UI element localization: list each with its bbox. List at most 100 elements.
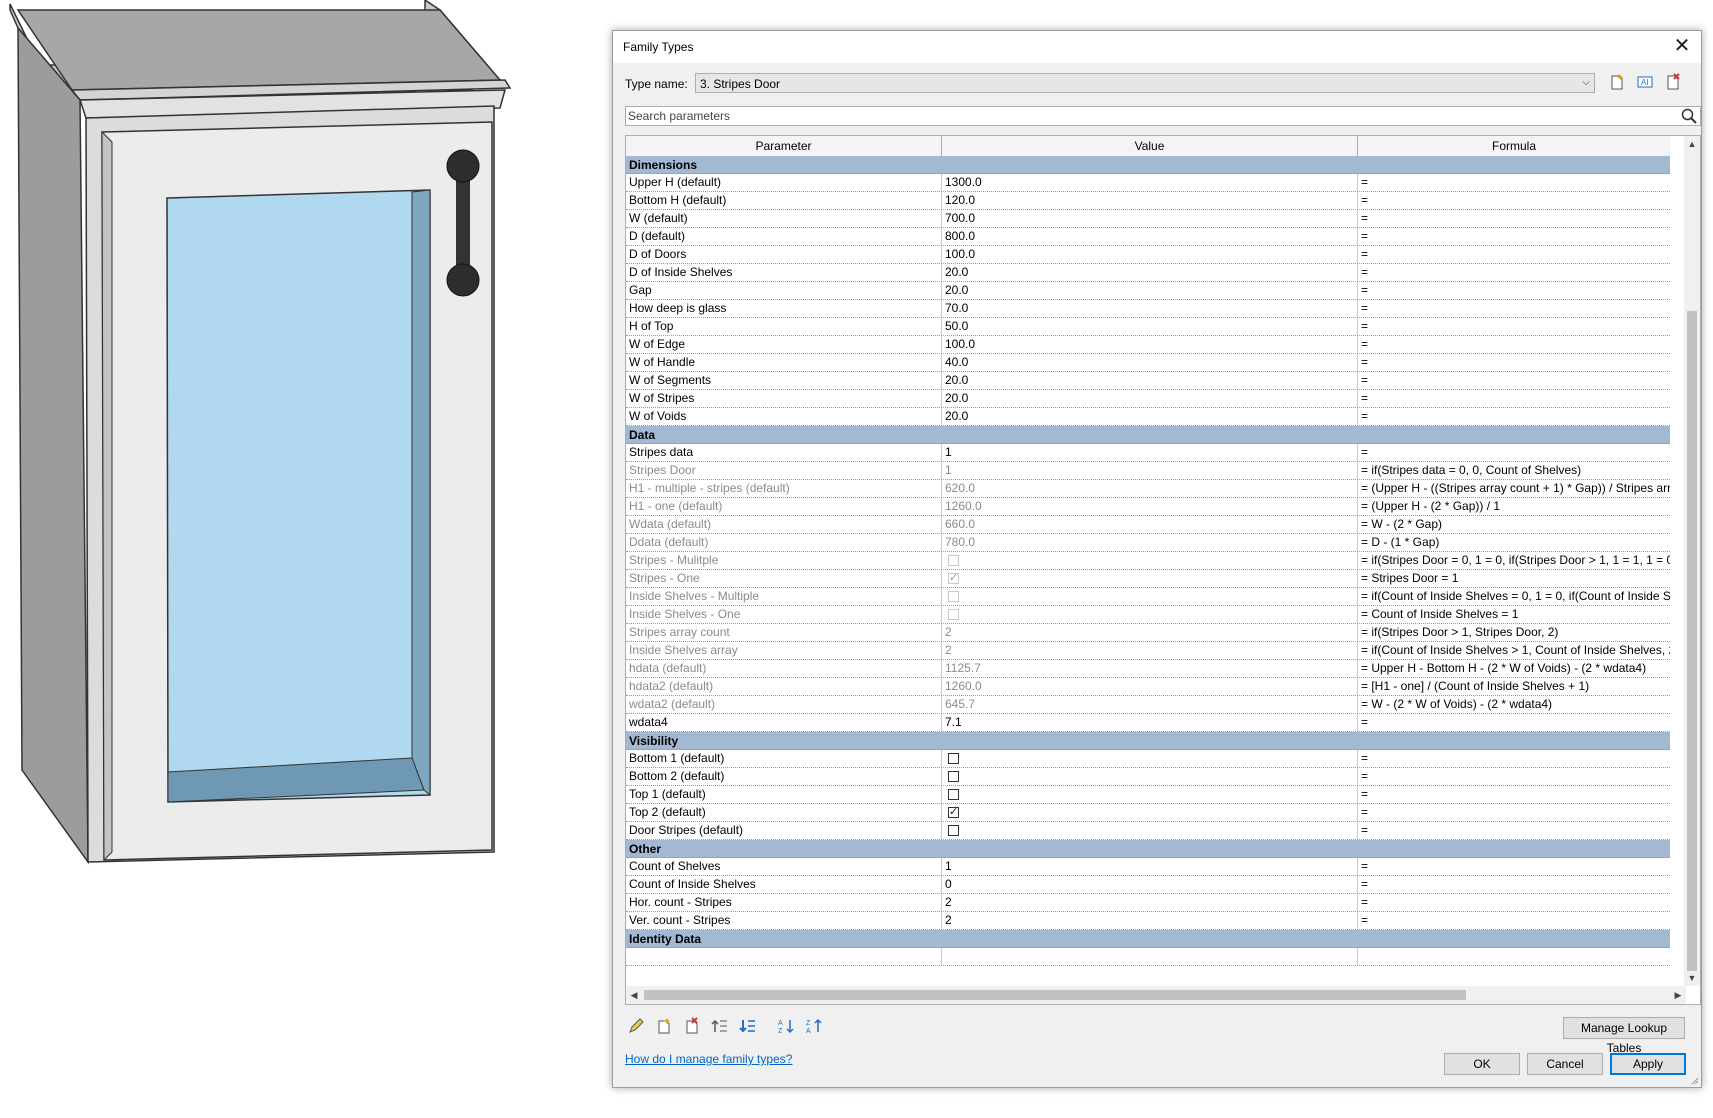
value-field[interactable]: 1 bbox=[942, 444, 1358, 461]
value-field[interactable]: 20.0 bbox=[942, 408, 1358, 425]
formula-field[interactable]: = Count of Inside Shelves = 1 bbox=[1358, 606, 1670, 623]
table-row[interactable]: H1 - one (default) 1260.0 = (Upper H - (2 … bbox=[626, 498, 1670, 516]
formula-field[interactable]: = if(Count of Inside Shelves = 0, 1 = 0,… bbox=[1358, 588, 1670, 605]
formula-field[interactable]: = bbox=[1358, 210, 1670, 227]
table-row[interactable]: W of Segments 20.0 = bbox=[626, 372, 1670, 390]
formula-field[interactable]: = bbox=[1358, 408, 1670, 425]
group-header[interactable]: Dimensions bbox=[626, 156, 1670, 174]
table-row[interactable]: D of Inside Shelves 20.0 = bbox=[626, 264, 1670, 282]
scroll-down-icon[interactable]: ▼ bbox=[1684, 970, 1700, 986]
table-row[interactable]: Ver. count - Stripes 2 = bbox=[626, 912, 1670, 930]
table-row[interactable]: Stripes Door 1 = if(Stripes data = 0, 0, C… bbox=[626, 462, 1670, 480]
formula-field[interactable]: = bbox=[1358, 300, 1670, 317]
scroll-up-icon[interactable]: ▲ bbox=[1684, 136, 1700, 152]
table-row[interactable]: Bottom H (default) 120.0 = bbox=[626, 192, 1670, 210]
formula-field[interactable]: = bbox=[1358, 318, 1670, 335]
formula-field[interactable] bbox=[1358, 948, 1670, 965]
delete-parameter-icon[interactable] bbox=[681, 1017, 703, 1039]
value-checkbox[interactable] bbox=[948, 771, 959, 782]
value-field[interactable]: 0 bbox=[942, 876, 1358, 893]
value-field[interactable]: 20.0 bbox=[942, 390, 1358, 407]
column-header-parameter[interactable]: Parameter bbox=[626, 136, 942, 156]
formula-field[interactable]: = bbox=[1358, 192, 1670, 209]
formula-field[interactable]: = bbox=[1358, 390, 1670, 407]
value-field[interactable]: 50.0 bbox=[942, 318, 1358, 335]
formula-field[interactable]: = W - (2 * W of Voids) - (2 * wdata4) bbox=[1358, 696, 1670, 713]
rename-type-icon[interactable]: AI bbox=[1635, 73, 1655, 93]
value-field[interactable]: 120.0 bbox=[942, 192, 1358, 209]
horizontal-scrollbar[interactable]: ◀ ▶ bbox=[626, 986, 1686, 1004]
formula-field[interactable]: = bbox=[1358, 264, 1670, 281]
sort-descending-icon[interactable]: ZA bbox=[803, 1017, 825, 1039]
formula-field[interactable]: = W - (2 * Gap) bbox=[1358, 516, 1670, 533]
column-header-value[interactable]: Value bbox=[942, 136, 1358, 156]
table-row[interactable]: Gap 20.0 = bbox=[626, 282, 1670, 300]
formula-field[interactable]: = bbox=[1358, 912, 1670, 929]
vertical-scroll-thumb[interactable] bbox=[1687, 311, 1697, 971]
formula-field[interactable]: = bbox=[1358, 444, 1670, 461]
table-row[interactable]: Bottom 1 (default) = bbox=[626, 750, 1670, 768]
new-type-icon[interactable] bbox=[1607, 73, 1627, 93]
table-row[interactable]: Count of Inside Shelves 0 = bbox=[626, 876, 1670, 894]
value-checkbox[interactable] bbox=[948, 753, 959, 764]
manage-lookup-tables-button[interactable]: Manage Lookup Tables bbox=[1563, 1017, 1685, 1055]
group-header[interactable]: Identity Data bbox=[626, 930, 1670, 948]
value-field[interactable]: 2 bbox=[942, 912, 1358, 929]
table-row[interactable]: Hor. count - Stripes 2 = bbox=[626, 894, 1670, 912]
search-box[interactable] bbox=[625, 106, 1701, 126]
value-field[interactable]: 800.0 bbox=[942, 228, 1358, 245]
vertical-scrollbar[interactable]: ▲ ▼ bbox=[1684, 136, 1700, 986]
table-row[interactable]: Stripes array count 2 = if(Stripes Door > … bbox=[626, 624, 1670, 642]
formula-field[interactable]: = bbox=[1358, 372, 1670, 389]
table-row[interactable]: Inside Shelves - One = Count of Inside Sh… bbox=[626, 606, 1670, 624]
table-row[interactable]: H of Top 50.0 = bbox=[626, 318, 1670, 336]
formula-field[interactable]: = if(Stripes Door > 1, Stripes Door, 2) bbox=[1358, 624, 1670, 641]
table-row[interactable]: Inside Shelves array 2 = if(Count of Insid… bbox=[626, 642, 1670, 660]
formula-field[interactable]: = bbox=[1358, 336, 1670, 353]
scroll-left-icon[interactable]: ◀ bbox=[626, 987, 642, 1003]
column-header-formula[interactable]: Formula bbox=[1358, 136, 1670, 156]
table-row[interactable] bbox=[626, 948, 1670, 966]
table-row[interactable]: Stripes data 1 = bbox=[626, 444, 1670, 462]
value-checkbox[interactable] bbox=[948, 804, 959, 821]
value-field[interactable]: 70.0 bbox=[942, 300, 1358, 317]
formula-field[interactable]: = [H1 - one] / (Count of Inside Shelves … bbox=[1358, 678, 1670, 695]
value-checkbox[interactable] bbox=[948, 789, 959, 800]
chevron-down-icon[interactable]: ⌵ bbox=[1582, 77, 1590, 88]
value-field[interactable]: 20.0 bbox=[942, 372, 1358, 389]
table-row[interactable]: Stripes - One = Stripes Door = 1 bbox=[626, 570, 1670, 588]
value-checkbox[interactable] bbox=[948, 825, 959, 836]
value-field[interactable]: 100.0 bbox=[942, 336, 1358, 353]
table-row[interactable]: Door Stripes (default) = bbox=[626, 822, 1670, 840]
value-field[interactable]: 40.0 bbox=[942, 354, 1358, 371]
help-link[interactable]: How do I manage family types? bbox=[625, 1052, 792, 1066]
move-up-icon[interactable] bbox=[709, 1017, 731, 1039]
table-row[interactable]: W (default) 700.0 = bbox=[626, 210, 1670, 228]
value-field[interactable]: 7.1 bbox=[942, 714, 1358, 731]
group-header[interactable]: Visibility bbox=[626, 732, 1670, 750]
formula-field[interactable]: = bbox=[1358, 282, 1670, 299]
formula-field[interactable]: = if(Stripes Door = 0, 1 = 0, if(Stripes… bbox=[1358, 552, 1670, 569]
sort-ascending-icon[interactable]: AZ bbox=[775, 1017, 797, 1039]
formula-field[interactable]: = (Upper H - (2 * Gap)) / 1 bbox=[1358, 498, 1670, 515]
new-parameter-icon[interactable] bbox=[653, 1017, 675, 1039]
formula-field[interactable]: = bbox=[1358, 768, 1670, 785]
table-row[interactable]: W of Stripes 20.0 = bbox=[626, 390, 1670, 408]
table-row[interactable]: Ddata (default) 780.0 = D - (1 * Gap) bbox=[626, 534, 1670, 552]
table-row[interactable]: D of Doors 100.0 = bbox=[626, 246, 1670, 264]
edit-pencil-icon[interactable] bbox=[625, 1017, 647, 1039]
value-field[interactable] bbox=[942, 948, 1358, 965]
formula-field[interactable]: = bbox=[1358, 714, 1670, 731]
table-row[interactable]: Count of Shelves 1 = bbox=[626, 858, 1670, 876]
table-row[interactable]: How deep is glass 70.0 = bbox=[626, 300, 1670, 318]
formula-field[interactable]: = (Upper H - ((Stripes array count + 1) … bbox=[1358, 480, 1670, 497]
value-field[interactable]: 20.0 bbox=[942, 282, 1358, 299]
formula-field[interactable]: = bbox=[1358, 786, 1670, 803]
apply-button[interactable]: Apply bbox=[1610, 1053, 1686, 1075]
formula-field[interactable]: = if(Count of Inside Shelves > 1, Count … bbox=[1358, 642, 1670, 659]
formula-field[interactable]: = bbox=[1358, 228, 1670, 245]
delete-type-icon[interactable] bbox=[1663, 73, 1683, 93]
table-row[interactable]: W of Voids 20.0 = bbox=[626, 408, 1670, 426]
ok-button[interactable]: OK bbox=[1444, 1053, 1520, 1075]
formula-field[interactable]: = D - (1 * Gap) bbox=[1358, 534, 1670, 551]
